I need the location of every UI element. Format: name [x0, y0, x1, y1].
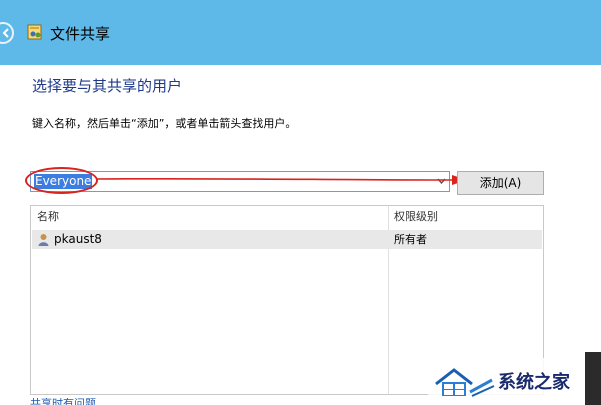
column-header-name[interactable]: 名称: [37, 206, 59, 228]
row-user-cell: pkaust8: [38, 231, 102, 248]
column-header-permission[interactable]: 权限级别: [394, 206, 438, 228]
row-permission[interactable]: 所有者: [394, 231, 427, 248]
title-bar: 文件共享: [0, 0, 601, 65]
corner-icon: [585, 352, 601, 405]
annotation-oval: [25, 167, 98, 194]
annotation-arrow-icon: [96, 175, 467, 185]
sharing-help-link[interactable]: 共享时有问题: [30, 398, 96, 405]
page-heading: 选择要与其共享的用户: [32, 77, 183, 95]
add-button[interactable]: 添加(A): [457, 171, 544, 195]
file-share-icon: [27, 24, 42, 40]
window-title: 文件共享: [50, 25, 111, 43]
watermark: 系统之家: [428, 358, 601, 405]
site-logo-icon: [435, 368, 495, 397]
watermark-text: 系统之家: [498, 372, 570, 393]
instruction-text: 键入名称，然后单击“添加”，或者单击箭头查找用户。: [32, 117, 297, 130]
table-row[interactable]: pkaust8 所有者: [32, 230, 542, 249]
back-arrow-icon: [2, 28, 9, 38]
back-button[interactable]: [0, 22, 14, 44]
user-icon: [38, 234, 49, 246]
row-user-name: pkaust8: [54, 232, 102, 246]
